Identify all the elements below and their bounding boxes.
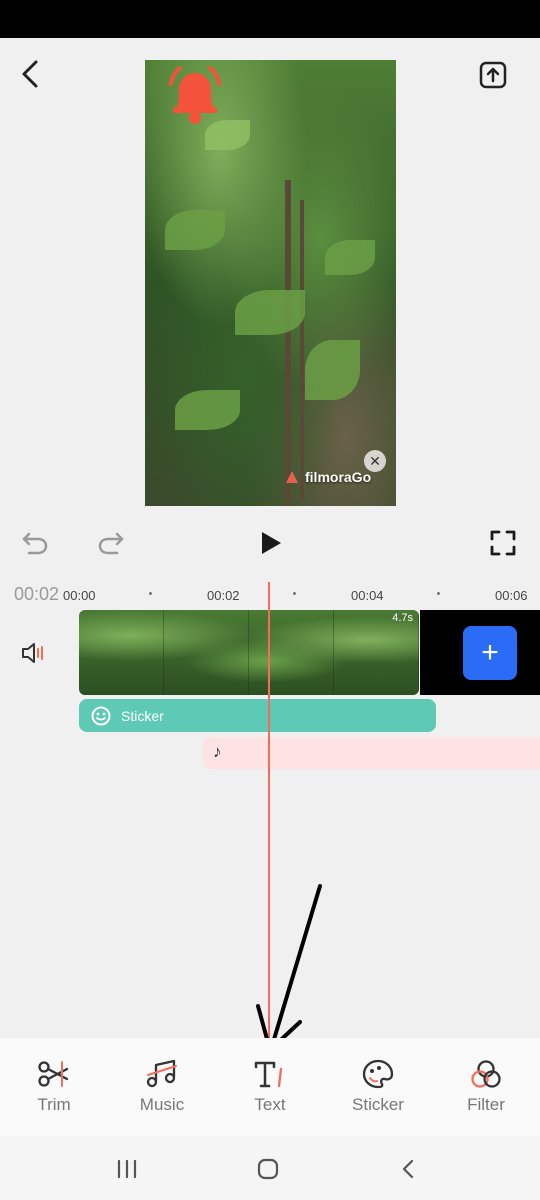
ruler-label: 00:02 <box>207 588 240 603</box>
filmora-watermark: filmoraGo <box>283 468 371 486</box>
leaf-shape <box>235 290 305 335</box>
ruler-dot <box>437 592 440 595</box>
bell-icon <box>169 66 221 124</box>
leaf-shape <box>175 390 240 430</box>
status-bar <box>0 0 540 38</box>
system-nav-bar <box>0 1136 540 1200</box>
plant-trunk <box>300 200 304 500</box>
sticker-track[interactable]: Sticker <box>79 699 436 732</box>
trim-tool[interactable]: Trim <box>0 1038 108 1136</box>
text-icon <box>254 1061 283 1088</box>
home-button[interactable] <box>248 1154 288 1184</box>
fullscreen-icon <box>490 530 516 556</box>
recent-apps-icon <box>117 1159 137 1179</box>
tool-label: Filter <box>467 1095 505 1114</box>
leaf-shape <box>165 210 225 250</box>
music-track[interactable]: ♪ <box>203 737 540 769</box>
leaf-shape <box>305 340 360 400</box>
watermark-close-button[interactable]: ✕ <box>364 450 386 472</box>
ruler-dot <box>293 592 296 595</box>
music-tool[interactable]: Music <box>108 1038 216 1136</box>
leaf-shape <box>325 240 375 275</box>
ruler-label: 00:04 <box>351 588 384 603</box>
tool-label: Sticker <box>352 1095 404 1114</box>
sticker-track-label: Sticker <box>121 707 164 724</box>
ruler-label: 00:00 <box>63 588 96 603</box>
video-preview[interactable]: filmoraGo ✕ <box>145 60 396 506</box>
home-icon <box>257 1158 279 1180</box>
add-clip-area: + <box>420 610 540 695</box>
tool-label: Music <box>139 1095 185 1114</box>
play-icon <box>262 532 281 554</box>
filmora-logo-icon <box>286 471 298 483</box>
system-back-button[interactable] <box>388 1154 428 1184</box>
tool-label: Trim <box>37 1095 71 1114</box>
fullscreen-button[interactable] <box>484 524 522 562</box>
sticker-icon <box>91 706 111 725</box>
sticker-icon <box>362 1059 394 1089</box>
redo-button[interactable] <box>92 524 130 562</box>
undo-button[interactable] <box>16 524 54 562</box>
music-note-icon <box>146 1059 177 1088</box>
redo-icon <box>98 532 124 555</box>
clip-volume-button[interactable] <box>20 640 48 666</box>
ruler-label: 00:06 <box>495 588 528 603</box>
current-time: 00:02 <box>14 584 60 604</box>
playback-controls <box>0 520 540 566</box>
undo-icon <box>22 532 48 555</box>
filter-tool[interactable]: Filter <box>432 1038 540 1136</box>
ruler-dot <box>149 592 152 595</box>
add-clip-button[interactable]: + <box>463 626 517 680</box>
sticker-tool[interactable]: Sticker <box>324 1038 432 1136</box>
plant-trunk <box>285 180 291 506</box>
filter-icon <box>471 1060 501 1088</box>
clip-duration: 4.7s <box>392 612 413 624</box>
export-button[interactable] <box>476 58 510 92</box>
tool-label: Text <box>254 1095 286 1114</box>
back-arrow-icon <box>22 60 38 88</box>
scissors-icon <box>38 1061 69 1087</box>
recent-apps-button[interactable] <box>107 1154 147 1184</box>
export-icon <box>479 61 507 89</box>
back-button[interactable] <box>12 56 48 92</box>
timeline-ruler[interactable]: 00:02 00:00 00:02 00:04 00:06 <box>0 582 540 608</box>
video-clip-track[interactable]: 4.7s <box>79 610 419 695</box>
text-tool[interactable]: Text <box>216 1038 324 1136</box>
speaker-icon <box>22 643 43 663</box>
back-chevron-icon <box>402 1159 414 1179</box>
play-button[interactable] <box>252 524 290 562</box>
annotation-arrow <box>256 884 322 1052</box>
watermark-text: filmoraGo <box>305 469 372 485</box>
bottom-toolbar: Trim Music Text Sticker Filter <box>0 1038 540 1136</box>
music-note-icon: ♪ <box>213 742 222 761</box>
